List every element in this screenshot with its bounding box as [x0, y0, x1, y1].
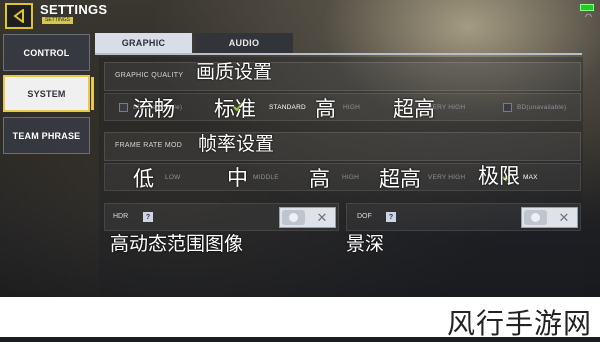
frame-rate-label: FRAME RATE MOD — [115, 142, 183, 149]
back-button[interactable] — [5, 3, 33, 29]
dof-toggle[interactable]: ✕ — [521, 207, 578, 228]
graphic-quality-options: BD(unavailable) STANDARD HIGH VERY HIGH … — [104, 93, 581, 121]
nav-item-system[interactable]: SYSTEM — [3, 75, 94, 112]
page-title: SETTINGS — [40, 2, 108, 17]
option-label-cn: 低 — [133, 168, 154, 191]
nav-item-team-phrase[interactable]: TEAM PHRASE — [3, 117, 90, 154]
option-label[interactable]: LOW — [165, 174, 180, 181]
page-subtitle-tag: SETTINGS — [42, 17, 74, 24]
option-label-cn: 极限 — [478, 165, 520, 188]
back-arrow-icon — [13, 9, 24, 23]
top-bar: SETTINGS SETTINGS ◠ — [0, 0, 600, 30]
option-label-cn: 超高 — [393, 98, 435, 121]
option-label[interactable]: MIDDLE — [253, 174, 279, 181]
dof-label-cn: 景深 — [346, 234, 385, 255]
option-checkbox[interactable] — [503, 103, 512, 112]
dof-row: DOF ? ✕ — [346, 203, 581, 231]
tab-audio[interactable]: AUDIO — [195, 33, 293, 53]
close-icon: ✕ — [316, 209, 328, 225]
frame-rate-header: FRAME RATE MOD — [104, 132, 581, 161]
battery-icon — [580, 4, 594, 11]
graphic-quality-header: GRAPHIC QUALITY — [104, 62, 581, 91]
hdr-toggle[interactable]: ✕ — [279, 207, 336, 228]
close-icon: ✕ — [558, 209, 570, 225]
graphic-quality-label: GRAPHIC QUALITY — [115, 72, 184, 79]
frame-rate-label-cn: 帧率设置 — [198, 134, 275, 155]
toggle-knob — [524, 210, 547, 225]
option-checkbox[interactable] — [119, 103, 128, 112]
option-label[interactable]: VERY HIGH — [428, 174, 465, 181]
toggle-knob — [282, 210, 305, 225]
hdr-label-cn: 高动态范围图像 — [110, 234, 244, 255]
option-label-cn: 高 — [309, 168, 330, 191]
option-label[interactable]: HIGH — [342, 174, 359, 181]
option-label[interactable]: HIGH — [343, 104, 360, 111]
hdr-row: HDR ? ✕ — [104, 203, 339, 231]
watermark-text: 风行手游网 — [446, 307, 592, 340]
option-label-cn: 流畅 — [133, 98, 175, 121]
tab-underline — [95, 53, 582, 55]
hdr-help-icon[interactable]: ? — [143, 212, 153, 222]
option-label[interactable]: BD(unavailable) — [517, 104, 566, 111]
option-label-cn: 中 — [227, 167, 248, 190]
option-label-cn: 超高 — [379, 168, 421, 191]
option-label[interactable]: STANDARD — [269, 104, 306, 111]
hdr-label: HDR — [113, 213, 129, 220]
graphic-quality-label-cn: 画质设置 — [196, 62, 273, 83]
option-label[interactable]: MAX — [523, 174, 538, 181]
option-label-cn: 标准 — [214, 98, 256, 121]
tab-graphic[interactable]: GRAPHIC — [95, 33, 192, 53]
nav-item-control[interactable]: CONTROL — [3, 34, 90, 71]
dof-help-icon[interactable]: ? — [386, 212, 396, 222]
dof-label: DOF — [357, 213, 372, 220]
option-label-cn: 高 — [315, 98, 336, 121]
wifi-icon: ◠ — [585, 12, 592, 21]
